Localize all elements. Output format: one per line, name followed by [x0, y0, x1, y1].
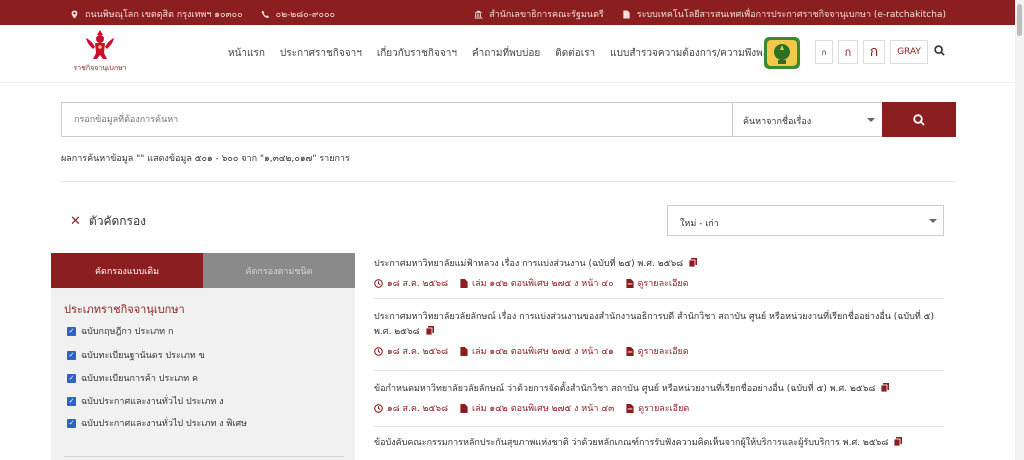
- map-marker-icon: [71, 9, 78, 19]
- checkbox-checked-icon[interactable]: ✓: [67, 373, 76, 383]
- filter-option[interactable]: ✓ ฉบับทะเบียนฐานันดร ประเภท ข: [67, 348, 205, 362]
- nav-contact[interactable]: ติดต่อเรา: [555, 46, 595, 61]
- filter-option-label: ฉบับกฤษฎีกา ประเภท ก: [81, 327, 174, 337]
- result-date: ๑๘ ส.ค. ๒๕๖๘: [387, 347, 449, 357]
- address-text: ถนนพิษณุโลก เขตดุสิต กรุงเทพฯ ๑๐๓๐๐: [85, 10, 243, 20]
- result-date: ๑๘ ส.ค. ๒๕๖๘: [387, 279, 449, 289]
- checkbox-checked-icon[interactable]: ✓: [67, 396, 76, 406]
- copy-icon[interactable]: [881, 383, 890, 392]
- file-icon: [460, 278, 468, 288]
- phone-text: ๐๒-๒๘๐-๙๐๐๐: [275, 10, 335, 20]
- top-info-bar: ถนนพิษณุโลก เขตดุสิต กรุงเทพฯ ๑๐๓๐๐ ๐๒-๒…: [0, 0, 1024, 25]
- clock-icon: [374, 403, 383, 413]
- nav-home[interactable]: หน้าแรก: [228, 46, 265, 61]
- detail-link[interactable]: ดูรายละเอียด: [638, 344, 689, 358]
- result-title[interactable]: ประกาศมหาวิทยาลัยแม่ฟ้าหลวง เรื่อง การแบ…: [374, 259, 683, 269]
- divider: [64, 456, 344, 457]
- result-volume: เล่ม ๑๔๒ ตอนพิเศษ ๒๗๕ ง หน้า ๔๓: [472, 404, 615, 414]
- list-item: ข้อบังคับคณะกรรมการหลักประกันสุขภาพแห่งช…: [374, 436, 944, 451]
- search-icon[interactable]: [934, 45, 945, 56]
- result-count-text: ผลการค้นหาข้อมูล "" แสดงข้อมูล ๕๐๑ - ๖๐๐…: [61, 154, 350, 164]
- copy-icon[interactable]: [425, 326, 434, 335]
- site-header: ราชกิจจานุเบกษา หน้าแรก ประกาศราชกิจจาฯ …: [0, 25, 1024, 83]
- nav-about[interactable]: เกี่ยวกับราชกิจจาฯ: [377, 46, 457, 61]
- font-medium-button[interactable]: ก: [838, 40, 858, 64]
- font-small-button[interactable]: ก: [815, 40, 833, 64]
- filter-option[interactable]: ✓ ฉบับกฤษฎีกา ประเภท ก: [67, 324, 173, 338]
- result-title[interactable]: ประกาศมหาวิทยาลัยวลัยลักษณ์ เรื่อง การแบ…: [374, 312, 934, 337]
- detail-link[interactable]: ดูรายละเอียด: [638, 276, 689, 290]
- filter-heading[interactable]: ✕ ตัวคัดกรอง: [70, 212, 146, 231]
- logo-text: ราชกิจจานุเบกษา: [73, 64, 127, 72]
- pdf-icon: [626, 403, 634, 413]
- result-title[interactable]: ข้อกำหนดมหาวิทยาลัยวลัยลักษณ์ ว่าด้วยการ…: [374, 384, 875, 394]
- checkbox-checked-icon[interactable]: ✓: [67, 418, 76, 428]
- phone-icon: [261, 10, 269, 18]
- e-ratchakitcha-link[interactable]: ระบบเทคโนโลยีสารสนเทศเพื่อการประกาศราชกิ…: [637, 7, 946, 21]
- filter-heading-label: ตัวคัดกรอง: [88, 214, 147, 228]
- document-icon: [623, 9, 630, 19]
- pdf-icon: [626, 346, 634, 356]
- search-type-select[interactable]: ค้นหาจากชื่อเรื่อง: [732, 103, 882, 136]
- tab-type-filter[interactable]: คัดกรองตามชนิด: [203, 253, 355, 288]
- font-large-button[interactable]: ก: [863, 40, 885, 64]
- filter-option-label: ฉบับประกาศและงานทั่วไป ประเภท ง: [81, 397, 224, 407]
- sort-select[interactable]: ใหม่ - เก่า: [667, 205, 944, 236]
- list-item: ประกาศมหาวิทยาลัยแม่ฟ้าหลวง เรื่อง การแบ…: [374, 257, 944, 290]
- search-icon: [913, 113, 925, 126]
- checkbox-checked-icon[interactable]: ✓: [67, 350, 76, 360]
- copy-icon[interactable]: [689, 258, 697, 267]
- nav-faq[interactable]: คำถามที่พบบ่อย: [472, 46, 540, 61]
- detail-link[interactable]: ดูรายละเอียด: [638, 401, 689, 415]
- filter-tabs: คัดกรองแบบเดิม คัดกรองตามชนิด: [51, 253, 355, 288]
- search-bar: ค้นหาจากชื่อเรื่อง: [61, 102, 956, 137]
- filter-option[interactable]: ✓ ฉบับทะเบียนการค้า ประเภท ค: [67, 371, 198, 385]
- list-item: ข้อกำหนดมหาวิทยาลัยวลัยลักษณ์ ว่าด้วยการ…: [374, 382, 944, 415]
- pdf-icon: [625, 278, 634, 288]
- garuda-logo-icon: [86, 30, 114, 59]
- list-item: ประกาศมหาวิทยาลัยวลัยลักษณ์ เรื่อง การแบ…: [374, 310, 944, 358]
- soc-link[interactable]: สำนักเลขาธิการคณะรัฐมนตรี: [489, 7, 604, 21]
- result-title[interactable]: ข้อบังคับคณะกรรมการหลักประกันสุขภาพแห่งช…: [374, 438, 888, 448]
- sort-value: ใหม่ - เก่า: [680, 219, 719, 229]
- font-size-controls: ก ก ก GRAY: [815, 40, 928, 64]
- filter-option-label: ฉบับทะเบียนฐานันดร ประเภท ข: [81, 351, 205, 361]
- filter-panel: ประเภทราชกิจจานุเบกษา ✓ ฉบับกฤษฎีกา ประเ…: [51, 288, 355, 460]
- category-title: ประเภทราชกิจจานุเบกษา: [64, 303, 185, 316]
- chevron-down-icon: [929, 219, 937, 223]
- clock-icon: [374, 278, 383, 288]
- file-icon: [460, 346, 468, 356]
- scrollbar-thumb[interactable]: [1017, 4, 1022, 36]
- nav-announcements[interactable]: ประกาศราชกิจจาฯ: [280, 46, 362, 61]
- divider: [374, 298, 944, 299]
- search-button[interactable]: [882, 102, 956, 137]
- copy-icon[interactable]: [894, 437, 903, 446]
- filter-option-label: ฉบับประกาศและงานทั่วไป ประเภท ง พิเศษ: [81, 419, 248, 429]
- building-icon: [474, 9, 483, 19]
- divider: [374, 370, 944, 371]
- main-nav: หน้าแรก ประกาศราชกิจจาฯ เกี่ยวกับราชกิจจ…: [228, 46, 795, 61]
- result-volume: เล่ม ๑๔๒ ตอนพิเศษ ๒๗๕ ง หน้า ๔๑: [472, 347, 614, 357]
- close-icon[interactable]: ✕: [70, 214, 81, 229]
- divider: [61, 181, 955, 182]
- page-scrollbar[interactable]: [1015, 0, 1024, 460]
- search-input[interactable]: [62, 103, 732, 136]
- divider: [374, 426, 944, 427]
- gray-mode-button[interactable]: GRAY: [890, 40, 928, 64]
- filter-option-label: ฉบับทะเบียนการค้า ประเภท ค: [81, 374, 199, 384]
- result-volume: เล่ม ๑๔๒ ตอนพิเศษ ๒๗๕ ง หน้า ๔๐: [472, 279, 614, 289]
- search-type-value: ค้นหาจากชื่อเรื่อง: [743, 117, 812, 127]
- checkbox-checked-icon[interactable]: ✓: [67, 326, 76, 336]
- filter-option[interactable]: ✓ ฉบับประกาศและงานทั่วไป ประเภท ง: [67, 394, 224, 408]
- government-emblem-icon[interactable]: [763, 36, 801, 70]
- result-date: ๑๘ ส.ค. ๒๕๖๘: [387, 404, 449, 414]
- filter-option[interactable]: ✓ ฉบับประกาศและงานทั่วไป ประเภท ง พิเศษ: [67, 416, 247, 430]
- tab-classic-filter[interactable]: คัดกรองแบบเดิม: [51, 253, 203, 288]
- chevron-down-icon: [867, 118, 875, 122]
- nav-survey[interactable]: แบบสำรวจความต้องการ/ความพึงพอใจ: [610, 46, 779, 61]
- site-logo[interactable]: ราชกิจจานุเบกษา: [70, 28, 130, 78]
- file-icon: [460, 403, 468, 413]
- clock-icon: [374, 346, 383, 356]
